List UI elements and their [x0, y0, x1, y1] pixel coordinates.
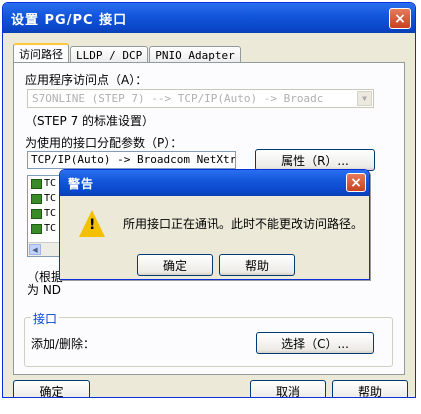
warning-dialog: 警告 × ! 所用接口正在通讯。此时不能更改访问路径。 确定 帮助 [59, 169, 370, 280]
help-button[interactable]: 帮助 [332, 380, 408, 397]
tab-lldp-dcp[interactable]: LLDP / DCP [70, 46, 149, 63]
partial-text-2: 为 ND [27, 283, 62, 297]
warning-message: 所用接口正在通讯。此时不能更改访问路径。 [123, 217, 364, 231]
alert-ok-button[interactable]: 确定 [137, 254, 213, 276]
window-titlebar: 设置 PG/PC 接口 [3, 3, 415, 33]
tab-pnio-adapter[interactable]: PNIO Adapter [149, 46, 241, 63]
select-button[interactable]: 选择（C）... [256, 332, 374, 354]
warning-icon: ! [79, 210, 105, 237]
tab-access-path[interactable]: 访问路径 [13, 43, 69, 63]
network-adapter-icon [31, 193, 42, 204]
cancel-button[interactable]: 取消 [250, 380, 326, 397]
access-point-value: S7ONLINE (STEP 7) --> TCP/IP(Auto) -> Br… [32, 92, 324, 105]
alert-help-button[interactable]: 帮助 [219, 254, 295, 276]
window-title: 设置 PG/PC 接口 [11, 12, 128, 28]
chevron-down-icon[interactable]: ▼ [357, 91, 372, 106]
access-point-label: 应用程序访问点（A）： [25, 73, 148, 87]
network-adapter-icon [31, 223, 42, 234]
tab-strip: 访问路径 LLDP / DCP PNIO Adapter [13, 43, 242, 63]
network-adapter-icon [31, 178, 42, 189]
interface-group: 接口 添加/删除： 选择（C）... [24, 310, 393, 367]
scroll-left-icon[interactable]: ◀ [29, 244, 41, 255]
network-adapter-icon [31, 208, 42, 219]
interface-param-field[interactable]: TCP/IP(Auto) -> Broadcom NetXtreme [27, 151, 236, 169]
interface-group-label: 接口 [31, 310, 60, 327]
add-remove-label: 添加/删除： [31, 337, 96, 351]
properties-button[interactable]: 属性（R）... [255, 149, 375, 171]
warning-titlebar: 警告 [60, 170, 369, 196]
close-icon[interactable]: × [346, 173, 366, 192]
access-point-note: （STEP 7 的标准设置） [25, 114, 155, 128]
ok-button[interactable]: 确定 [13, 380, 90, 397]
access-point-select[interactable]: S7ONLINE (STEP 7) --> TCP/IP(Auto) -> Br… [27, 89, 374, 108]
close-icon[interactable]: × [389, 8, 411, 29]
warning-title: 警告 [68, 176, 95, 191]
interface-param-label: 为使用的接口分配参数（P）： [25, 136, 183, 150]
